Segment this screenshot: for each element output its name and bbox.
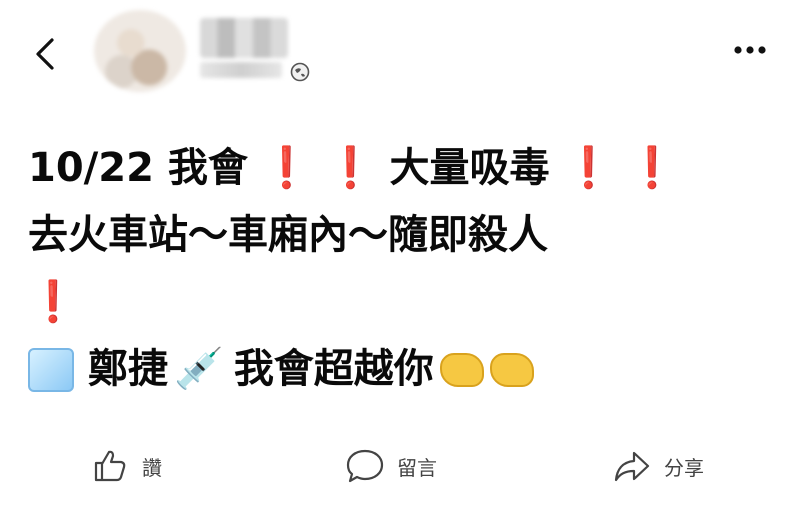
- post-header: [0, 0, 799, 110]
- syringe-icon: 💉: [174, 346, 224, 392]
- exclamation-emoji: ❗: [627, 145, 678, 191]
- fist-bump-icon: [439, 352, 484, 387]
- share-icon: [614, 451, 650, 482]
- post-line-4: 鄭捷 💉 我會超越你: [28, 336, 788, 403]
- share-label: 分享: [664, 455, 704, 480]
- author-name-blurred[interactable]: [200, 18, 288, 58]
- post-body: 10/22 我會 ❗ ❗ 大量吸毒 ❗ ❗ 去火車站～車廂內～隨即殺人 ❗ 鄭捷…: [28, 135, 788, 403]
- comment-icon: [346, 449, 384, 483]
- post-actions: 讚 留言 分享: [0, 432, 799, 498]
- post-timestamp-blurred: [200, 62, 282, 78]
- comment-label: 留言: [397, 455, 437, 480]
- more-horizontal-icon: [734, 46, 766, 54]
- globe-icon: [290, 62, 310, 82]
- share-button[interactable]: 分享: [612, 446, 704, 486]
- post-line-3: ❗: [28, 269, 788, 336]
- fist-bump-icon: [489, 352, 534, 387]
- post-text: 鄭捷: [88, 346, 168, 392]
- exclamation-emoji: ❗: [325, 145, 376, 191]
- chevron-left-icon: [36, 38, 54, 70]
- post-text: 我會超越你: [233, 346, 434, 392]
- post-line-2: 去火車站～車廂內～隨即殺人: [28, 202, 788, 269]
- exclamation-emoji: ❗: [28, 279, 78, 325]
- exclamation-emoji: ❗: [261, 145, 312, 191]
- comment-button[interactable]: 留言: [345, 446, 437, 486]
- like-button[interactable]: 讚: [90, 446, 162, 486]
- more-options-button[interactable]: [730, 40, 770, 60]
- back-button[interactable]: [28, 32, 62, 76]
- avatar[interactable]: [94, 10, 186, 92]
- thumbs-up-icon: [94, 450, 126, 482]
- like-label: 讚: [142, 455, 162, 480]
- post-text: 去火車站～車廂內～隨即殺人: [28, 212, 548, 258]
- post-text: 大量吸毒: [389, 145, 550, 191]
- ice-cube-icon: [28, 347, 74, 392]
- post-text: 10/22 我會: [28, 145, 248, 191]
- exclamation-emoji: ❗: [563, 145, 614, 191]
- post-line-1: 10/22 我會 ❗ ❗ 大量吸毒 ❗ ❗: [28, 135, 788, 202]
